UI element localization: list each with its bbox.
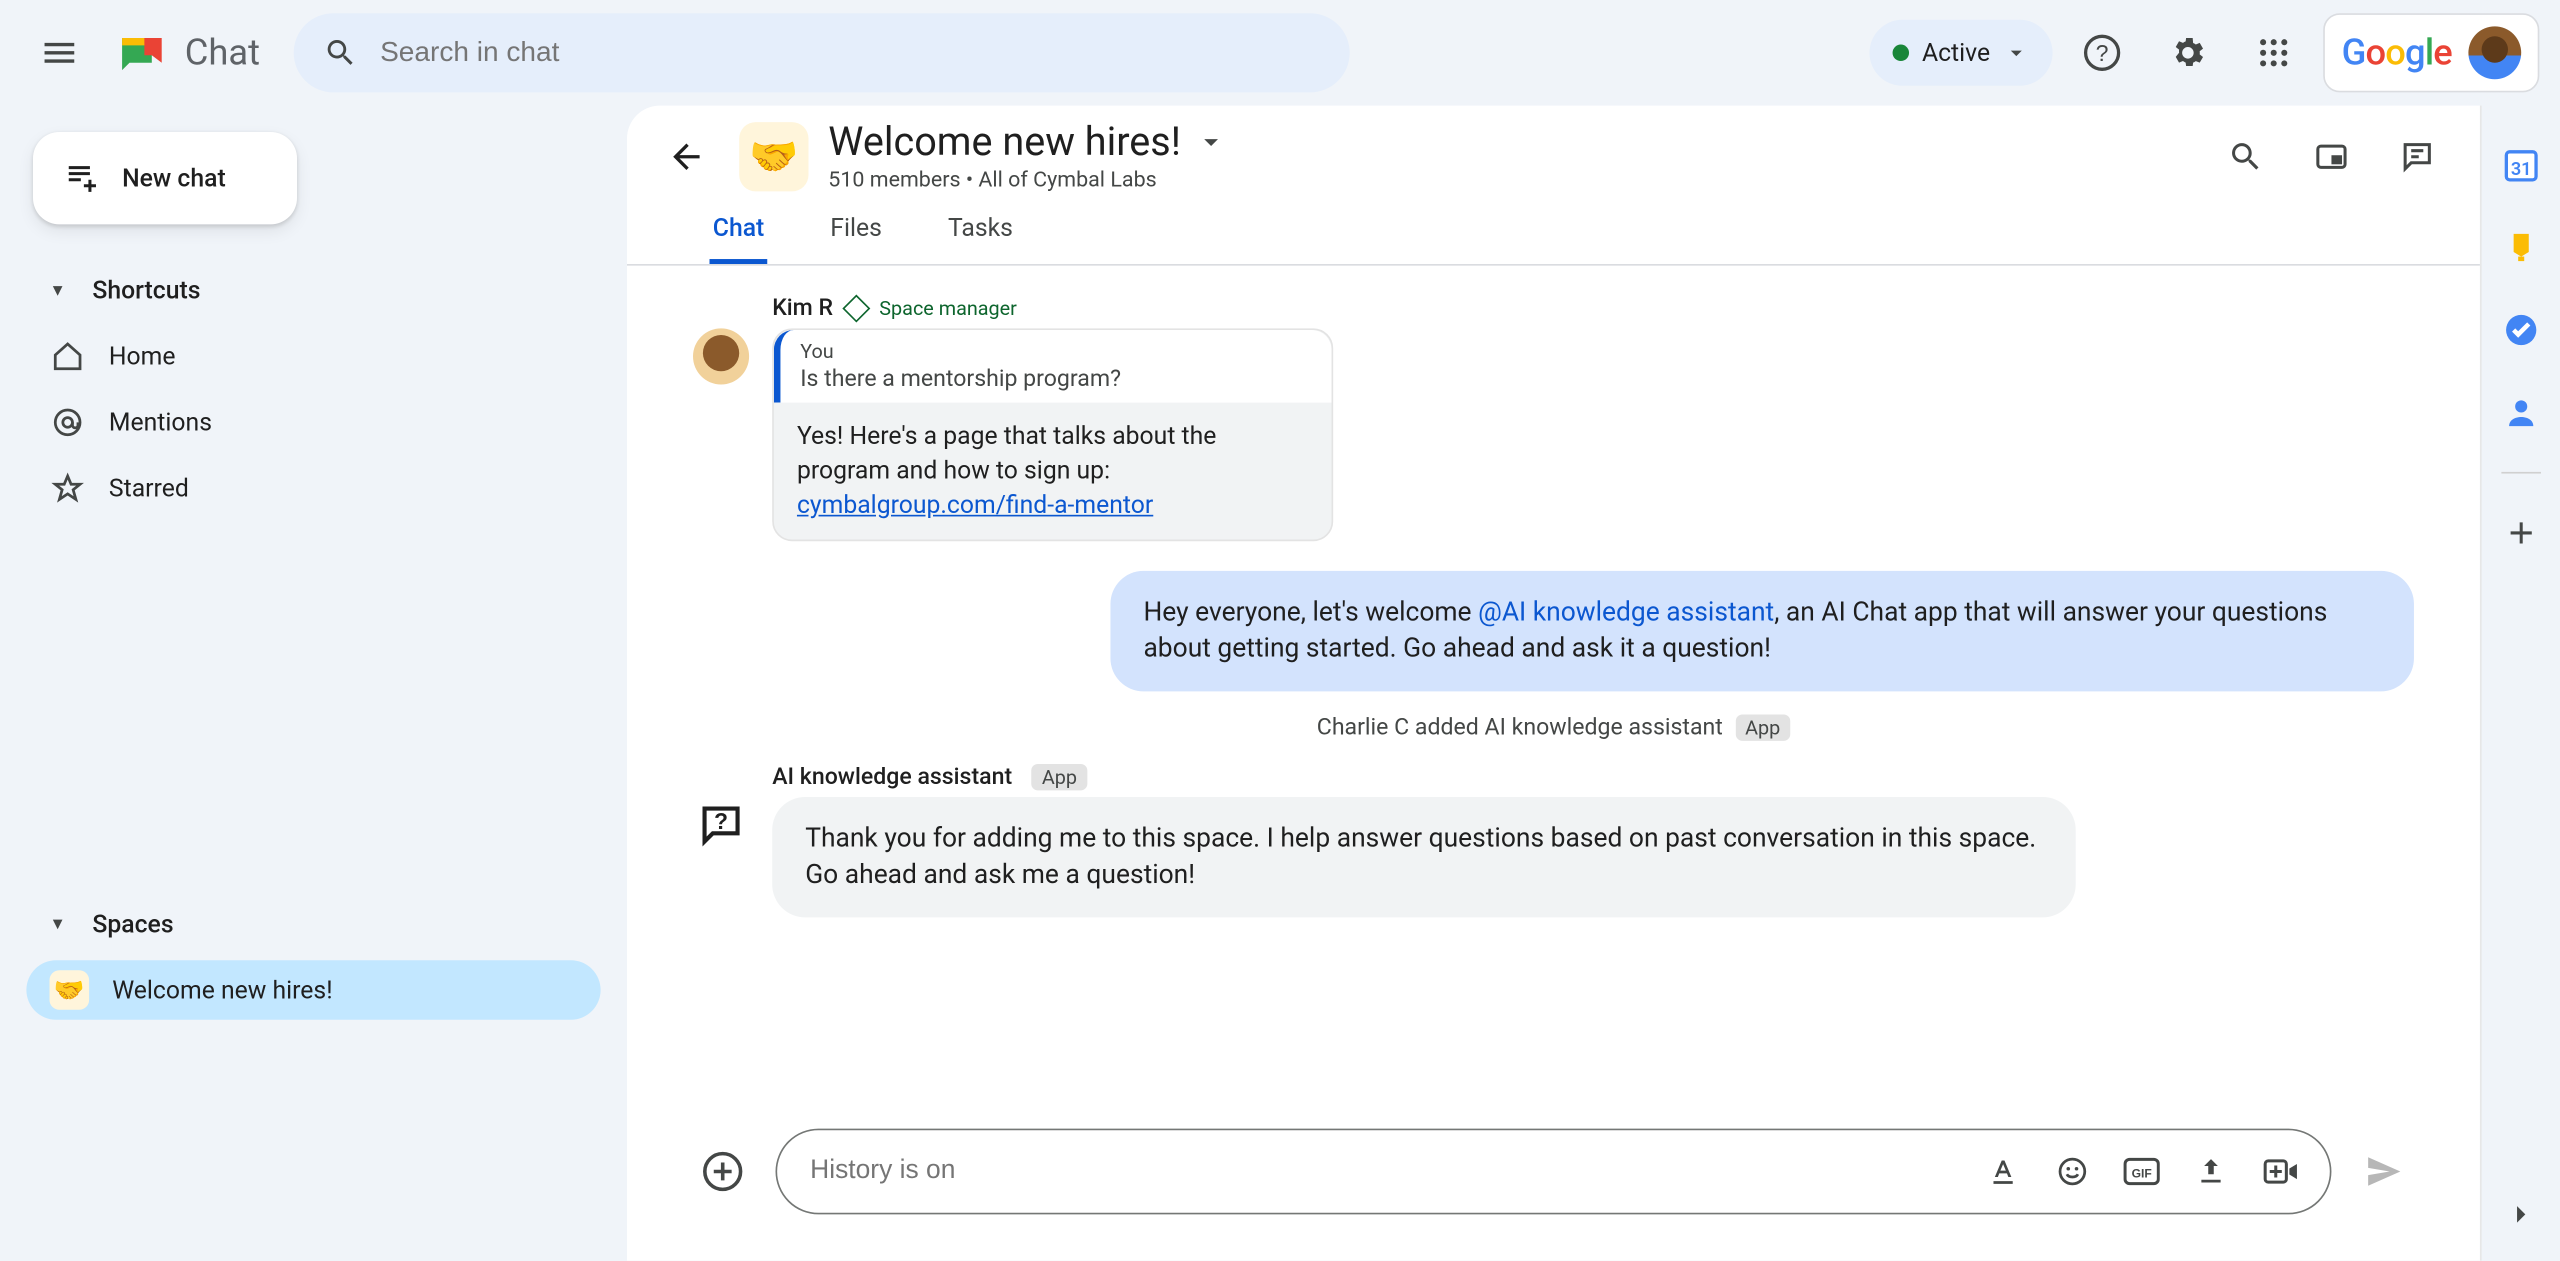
nav-home-label: Home — [109, 342, 176, 372]
search-bar[interactable] — [293, 13, 1349, 92]
space-icon: 🤝 — [739, 121, 808, 190]
ai-assistant-icon: ? — [693, 797, 749, 853]
mention[interactable]: @AI knowledge assistant — [1478, 596, 1774, 627]
status-dot-icon — [1892, 45, 1909, 62]
space-title: Welcome new hires! — [828, 119, 1181, 165]
sender-name: Kim R — [772, 295, 833, 321]
chevron-down-icon — [2003, 40, 2029, 66]
nav-starred[interactable]: Starred — [26, 459, 600, 518]
shortcuts-label: Shortcuts — [92, 276, 200, 306]
svg-text:?: ? — [714, 808, 728, 834]
quoted-author: You — [800, 340, 1312, 363]
mentions-icon — [50, 406, 86, 439]
svg-text:GIF: GIF — [2132, 1167, 2152, 1181]
google-logo-text: Google — [2342, 32, 2452, 73]
tab-chat[interactable]: Chat — [710, 203, 768, 264]
gif-button[interactable]: GIF — [2115, 1145, 2168, 1198]
message-list: Kim R Space manager You Is there a mento… — [627, 266, 2480, 1103]
system-event: Charlie C added AI knowledge assistant A… — [693, 714, 2414, 740]
spaces-label: Spaces — [92, 909, 173, 939]
search-input[interactable] — [380, 36, 1319, 69]
side-panel: 31 — [2480, 106, 2559, 1261]
nav-starred-label: Starred — [109, 474, 189, 504]
status-pill[interactable]: Active — [1869, 20, 2053, 86]
user-avatar[interactable] — [2468, 26, 2521, 79]
back-button[interactable] — [653, 123, 719, 189]
space-tabs: Chat Files Tasks — [627, 193, 2480, 266]
keep-sidepanel-button[interactable] — [2497, 224, 2543, 270]
collapse-triangle-icon: ▼ — [50, 281, 70, 299]
star-icon — [50, 472, 86, 505]
chevron-down-icon[interactable] — [1194, 125, 1227, 158]
message-input[interactable] — [810, 1157, 1960, 1187]
ai-message-text: Thank you for adding me to this space. I… — [772, 797, 2076, 917]
app-chip: App — [1032, 764, 1087, 790]
message-composer[interactable]: GIF — [776, 1129, 2332, 1215]
svg-text:31: 31 — [2510, 159, 2531, 180]
new-chat-icon — [63, 160, 99, 196]
outgoing-message: Hey everyone, let's welcome @AI knowledg… — [1110, 571, 2414, 691]
tab-tasks[interactable]: Tasks — [945, 203, 1017, 264]
status-label: Active — [1922, 38, 1990, 68]
video-button[interactable] — [2254, 1145, 2307, 1198]
send-button[interactable] — [2355, 1142, 2414, 1201]
add-attachment-button[interactable] — [693, 1142, 752, 1201]
search-icon — [323, 35, 357, 71]
present-button[interactable] — [2295, 120, 2368, 193]
reply-message-text: Yes! Here's a page that talks about the … — [774, 403, 1332, 540]
nav-mentions-label: Mentions — [109, 408, 212, 438]
new-chat-label: New chat — [122, 163, 226, 193]
space-item-welcome[interactable]: 🤝 Welcome new hires! — [26, 960, 600, 1019]
format-button[interactable] — [1977, 1145, 2030, 1198]
svg-text:?: ? — [2096, 40, 2109, 66]
sender-name: AI knowledge assistant — [772, 764, 1012, 790]
mentor-link[interactable]: cymbalgroup.com/find-a-mentor — [797, 490, 1153, 520]
sender-avatar — [693, 328, 749, 384]
left-nav: New chat ▼ Shortcuts Home Mentions Starr… — [0, 106, 627, 1261]
tasks-sidepanel-button[interactable] — [2497, 307, 2543, 353]
tab-files[interactable]: Files — [827, 203, 885, 264]
calendar-sidepanel-button[interactable]: 31 — [2497, 142, 2543, 188]
account-switcher[interactable]: Google — [2323, 13, 2539, 92]
sender-role: Space manager — [879, 297, 1017, 320]
handshake-icon: 🤝 — [50, 970, 90, 1010]
emoji-button[interactable] — [2046, 1145, 2099, 1198]
spaces-section-header[interactable]: ▼ Spaces — [26, 894, 600, 953]
nav-home[interactable]: Home — [26, 327, 600, 386]
home-icon — [50, 340, 86, 373]
collapse-sidepanel-button[interactable] — [2497, 1191, 2543, 1237]
thread-panel-button[interactable] — [2381, 120, 2454, 193]
quoted-text: Is there a mentorship program? — [800, 366, 1312, 392]
main-menu-button[interactable] — [20, 13, 99, 92]
conversation-panel: 🤝 Welcome new hires! 510 members • All o… — [627, 106, 2480, 1261]
nav-mentions[interactable]: Mentions — [26, 393, 600, 452]
search-in-space-button[interactable] — [2209, 120, 2282, 193]
collapse-triangle-icon: ▼ — [50, 915, 70, 933]
space-subtitle: 510 members • All of Cymbal Labs — [828, 168, 1227, 193]
apps-button[interactable] — [2238, 17, 2311, 90]
product-name: Chat — [185, 32, 260, 73]
chat-logo-icon — [112, 23, 171, 82]
app-chip: App — [1735, 714, 1790, 740]
settings-button[interactable] — [2152, 17, 2225, 90]
manager-badge-icon — [842, 295, 870, 323]
help-button[interactable]: ? — [2066, 17, 2139, 90]
add-sidepanel-button[interactable] — [2497, 510, 2543, 556]
new-chat-button[interactable]: New chat — [33, 132, 297, 224]
space-item-label: Welcome new hires! — [112, 975, 332, 1005]
upload-button[interactable] — [2185, 1145, 2238, 1198]
shortcuts-section-header[interactable]: ▼ Shortcuts — [26, 261, 600, 320]
contacts-sidepanel-button[interactable] — [2497, 389, 2543, 435]
quoted-reply-card: You Is there a mentorship program? Yes! … — [772, 328, 1333, 541]
chat-logo-cluster: Chat — [112, 23, 260, 82]
